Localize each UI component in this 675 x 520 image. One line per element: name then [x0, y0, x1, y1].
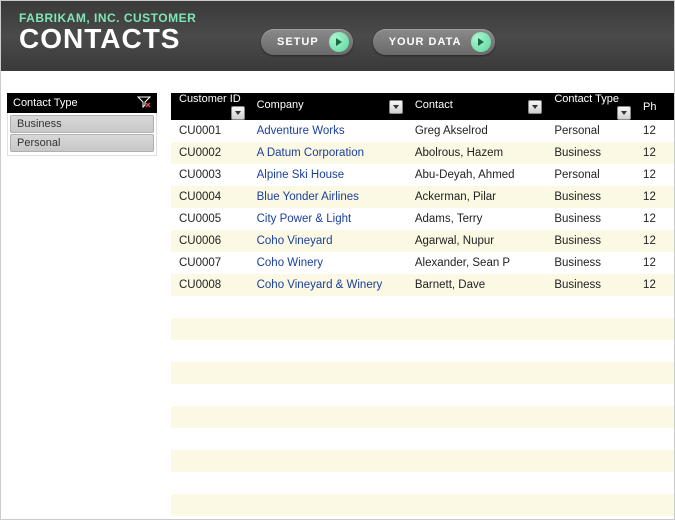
- cell-contact: Greg Akselrod: [407, 120, 546, 142]
- content-area: Contact Type Business Personal Customer …: [1, 71, 674, 516]
- table-row-empty: [171, 318, 674, 340]
- cell-phone: 12: [635, 230, 674, 252]
- table-row: CU0004Blue Yonder AirlinesAckerman, Pila…: [171, 186, 674, 208]
- cell-customer-id: CU0004: [171, 186, 249, 208]
- cell-phone: 12: [635, 142, 674, 164]
- your-data-button[interactable]: YOUR DATA: [373, 29, 496, 55]
- table-row-empty: [171, 384, 674, 406]
- slicer-title: Contact Type: [13, 97, 78, 109]
- table-row: CU0007Coho WineryAlexander, Sean PBusine…: [171, 252, 674, 274]
- cell-contact-type: Personal: [546, 164, 635, 186]
- cell-contact-type: Business: [546, 186, 635, 208]
- table-row: CU0002A Datum CorporationAbolrous, Hazem…: [171, 142, 674, 164]
- col-label: Ph: [643, 101, 656, 113]
- slicer-item-personal[interactable]: Personal: [10, 134, 154, 152]
- cell-company[interactable]: Coho Winery: [249, 252, 407, 274]
- cell-contact: Adams, Terry: [407, 208, 546, 230]
- cell-company[interactable]: City Power & Light: [249, 208, 407, 230]
- table-row: CU0008Coho Vineyard & WineryBarnett, Dav…: [171, 274, 674, 296]
- cell-company[interactable]: Blue Yonder Airlines: [249, 186, 407, 208]
- cell-phone: 12: [635, 186, 674, 208]
- table-row: CU0006Coho VineyardAgarwal, NupurBusines…: [171, 230, 674, 252]
- cell-contact: Alexander, Sean P: [407, 252, 546, 274]
- cell-contact-type: Business: [546, 142, 635, 164]
- cell-customer-id: CU0002: [171, 142, 249, 164]
- arrow-right-icon: [471, 32, 491, 52]
- cell-company[interactable]: Coho Vineyard & Winery: [249, 274, 407, 296]
- table-row-empty: [171, 406, 674, 428]
- cell-company[interactable]: Coho Vineyard: [249, 230, 407, 252]
- col-label: Customer ID: [179, 93, 241, 105]
- dropdown-icon[interactable]: [389, 100, 403, 114]
- cell-contact-type: Business: [546, 274, 635, 296]
- table-row-empty: [171, 494, 674, 516]
- cell-customer-id: CU0001: [171, 120, 249, 142]
- cell-contact: Abolrous, Hazem: [407, 142, 546, 164]
- cell-company[interactable]: Alpine Ski House: [249, 164, 407, 186]
- col-company[interactable]: Company: [249, 93, 407, 120]
- table-row: CU0005City Power & LightAdams, TerryBusi…: [171, 208, 674, 230]
- col-label: Contact Type: [554, 93, 619, 105]
- table-row-empty: [171, 340, 674, 362]
- cell-customer-id: CU0005: [171, 208, 249, 230]
- table-row-empty: [171, 472, 674, 494]
- cell-customer-id: CU0007: [171, 252, 249, 274]
- table-row-empty: [171, 450, 674, 472]
- dropdown-icon[interactable]: [528, 100, 542, 114]
- contacts-table: Customer ID Company Contact Contact Type: [171, 93, 674, 516]
- table-row: CU0003Alpine Ski HouseAbu-Deyah, AhmedPe…: [171, 164, 674, 186]
- cell-customer-id: CU0006: [171, 230, 249, 252]
- dropdown-icon[interactable]: [231, 106, 245, 120]
- clear-filter-icon[interactable]: [137, 96, 151, 111]
- cell-phone: 12: [635, 164, 674, 186]
- contacts-table-wrap: Customer ID Company Contact Contact Type: [171, 93, 674, 516]
- cell-contact-type: Business: [546, 230, 635, 252]
- slicer-item-business[interactable]: Business: [10, 115, 154, 133]
- table-row-empty: [171, 362, 674, 384]
- cell-contact-type: Business: [546, 208, 635, 230]
- cell-company[interactable]: A Datum Corporation: [249, 142, 407, 164]
- contact-type-slicer: Contact Type Business Personal: [7, 93, 157, 516]
- header-nav: SETUP YOUR DATA: [261, 29, 495, 55]
- cell-company[interactable]: Adventure Works: [249, 120, 407, 142]
- col-contact[interactable]: Contact: [407, 93, 546, 120]
- cell-customer-id: CU0003: [171, 164, 249, 186]
- col-label: Company: [257, 99, 304, 111]
- table-body: CU0001Adventure WorksGreg AkselrodPerson…: [171, 120, 674, 516]
- arrow-right-icon: [329, 32, 349, 52]
- cell-phone: 12: [635, 252, 674, 274]
- slicer-header: Contact Type: [7, 93, 157, 113]
- cell-contact-type: Personal: [546, 120, 635, 142]
- cell-customer-id: CU0008: [171, 274, 249, 296]
- cell-phone: 12: [635, 208, 674, 230]
- dropdown-icon[interactable]: [617, 106, 631, 120]
- table-row: CU0001Adventure WorksGreg AkselrodPerson…: [171, 120, 674, 142]
- cell-contact: Agarwal, Nupur: [407, 230, 546, 252]
- col-phone[interactable]: Ph: [635, 93, 674, 120]
- table-row-empty: [171, 296, 674, 318]
- setup-button[interactable]: SETUP: [261, 29, 353, 55]
- cell-phone: 12: [635, 120, 674, 142]
- table-row-empty: [171, 428, 674, 450]
- setup-button-label: SETUP: [277, 36, 319, 48]
- cell-contact: Abu-Deyah, Ahmed: [407, 164, 546, 186]
- col-contact-type[interactable]: Contact Type: [546, 93, 635, 120]
- table-header-row: Customer ID Company Contact Contact Type: [171, 93, 674, 120]
- your-data-button-label: YOUR DATA: [389, 36, 462, 48]
- col-label: Contact: [415, 99, 453, 111]
- cell-contact-type: Business: [546, 252, 635, 274]
- col-customer-id[interactable]: Customer ID: [171, 93, 249, 120]
- app-header: FABRIKAM, INC. CUSTOMER CONTACTS SETUP Y…: [1, 1, 674, 71]
- cell-phone: 12: [635, 274, 674, 296]
- cell-contact: Ackerman, Pilar: [407, 186, 546, 208]
- slicer-items: Business Personal: [7, 113, 157, 156]
- cell-contact: Barnett, Dave: [407, 274, 546, 296]
